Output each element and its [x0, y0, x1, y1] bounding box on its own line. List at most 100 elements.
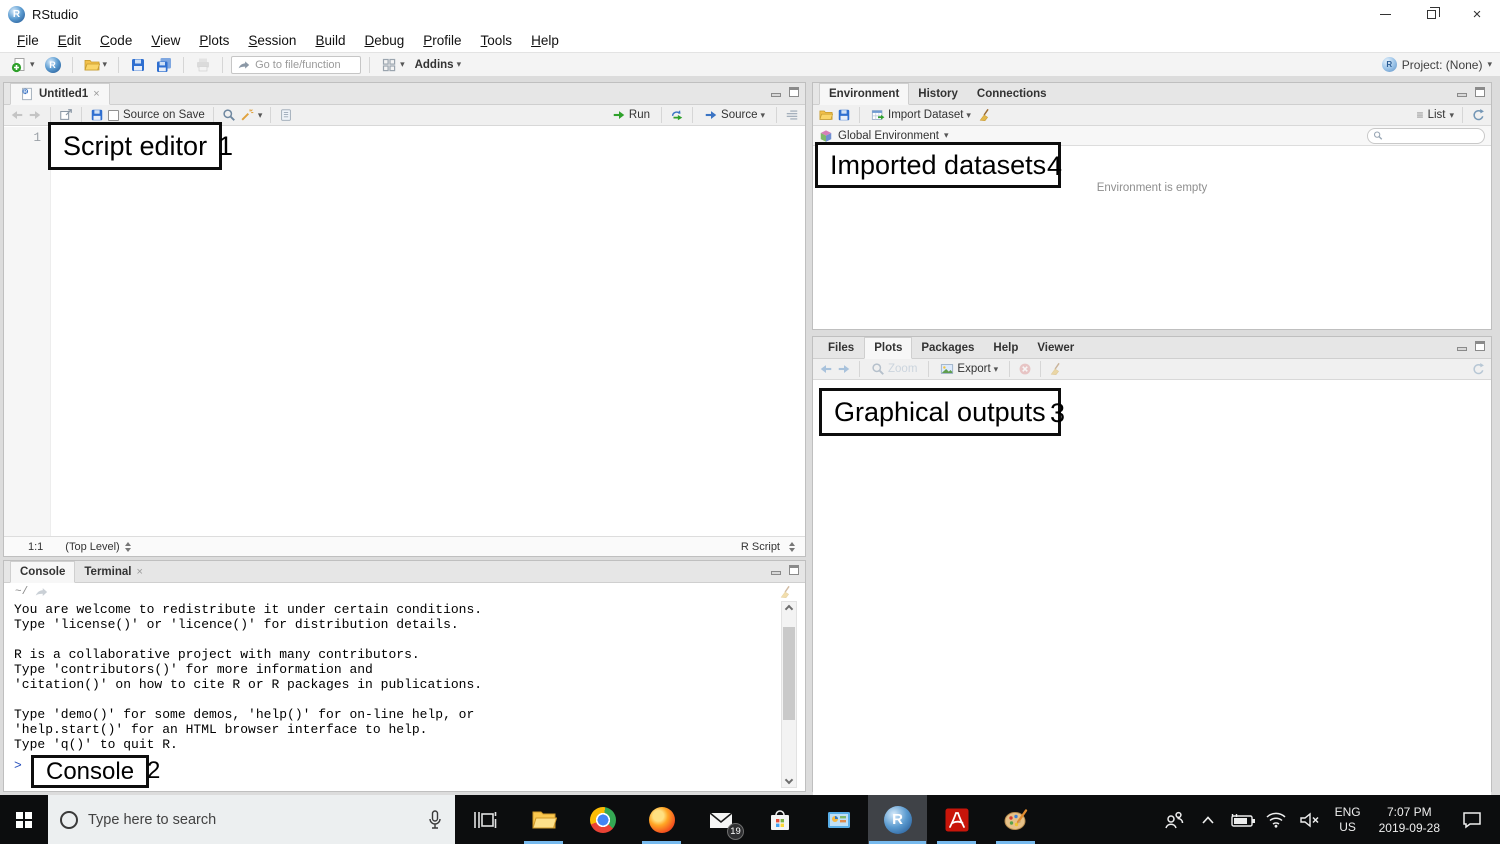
- print-button[interactable]: [192, 55, 214, 75]
- menu-help[interactable]: Help: [522, 30, 569, 51]
- import-dataset-dropdown-icon[interactable]: ▾: [966, 110, 971, 120]
- find-replace-icon[interactable]: [222, 108, 236, 122]
- document-outline-icon[interactable]: [785, 108, 799, 122]
- code-editor[interactable]: 1: [4, 127, 805, 536]
- tab-connections[interactable]: Connections: [968, 83, 1057, 104]
- code-tools-dropdown-icon[interactable]: ▾: [258, 110, 263, 120]
- menu-view[interactable]: View: [142, 30, 190, 51]
- close-button[interactable]: ×: [1454, 0, 1500, 28]
- compile-report-icon[interactable]: [279, 108, 293, 122]
- mail-button[interactable]: 19: [691, 795, 750, 844]
- minimize-button[interactable]: [1362, 0, 1408, 28]
- rstudio-taskbar-button[interactable]: R: [868, 795, 927, 844]
- people-icon[interactable]: [1159, 800, 1189, 840]
- new-file-dropdown-icon[interactable]: ▾: [30, 60, 35, 69]
- taskbar-search-input[interactable]: [88, 811, 417, 828]
- scroll-down-icon[interactable]: [782, 773, 796, 787]
- clear-console-icon[interactable]: [779, 585, 793, 599]
- source-dropdown-icon[interactable]: ▾: [760, 110, 765, 120]
- firefox-button[interactable]: [632, 795, 691, 844]
- restore-button[interactable]: [1408, 0, 1454, 28]
- save-source-icon[interactable]: [90, 108, 104, 122]
- chrome-button[interactable]: [573, 795, 632, 844]
- clear-plots-icon[interactable]: [1049, 362, 1063, 376]
- taskbar-search[interactable]: [48, 795, 455, 844]
- source-button[interactable]: Source ▾: [701, 106, 768, 124]
- refresh-environment-icon[interactable]: [1471, 108, 1485, 122]
- menu-edit[interactable]: Edit: [49, 30, 91, 51]
- acrobat-button[interactable]: [927, 795, 986, 844]
- tab-terminal[interactable]: Terminal ×: [75, 561, 153, 582]
- start-button[interactable]: [0, 795, 48, 844]
- import-dataset-button[interactable]: Import Dataset ▾: [868, 106, 974, 124]
- scope-stepper-icon[interactable]: [124, 541, 131, 552]
- back-icon[interactable]: [10, 108, 24, 122]
- new-project-button[interactable]: R: [42, 55, 64, 75]
- addins-grid-button[interactable]: ▾: [378, 55, 408, 75]
- editor-surface[interactable]: [51, 127, 805, 536]
- tab-console[interactable]: Console: [10, 561, 76, 583]
- new-file-button[interactable]: ▾: [8, 55, 38, 75]
- clear-environment-icon[interactable]: [978, 108, 992, 122]
- zoom-plot-button[interactable]: Zoom: [868, 360, 920, 378]
- minimize-pane-icon[interactable]: [1457, 92, 1467, 97]
- tab-history[interactable]: History: [909, 83, 968, 104]
- minimize-pane-icon[interactable]: [771, 570, 781, 575]
- previous-plot-icon[interactable]: [819, 362, 833, 376]
- action-center-icon[interactable]: [1452, 800, 1492, 840]
- menu-session[interactable]: Session: [239, 30, 306, 51]
- store-button[interactable]: [750, 795, 809, 844]
- system-monitor-button[interactable]: [809, 795, 868, 844]
- project-selector[interactable]: R Project: (None) ▾: [1381, 57, 1492, 72]
- menu-file[interactable]: File: [8, 30, 49, 51]
- code-tools-icon[interactable]: [240, 108, 254, 122]
- open-file-button[interactable]: ▾: [81, 55, 111, 75]
- maximize-pane-icon[interactable]: [1475, 87, 1485, 97]
- menu-profile[interactable]: Profile: [414, 30, 471, 51]
- wifi-icon[interactable]: [1261, 800, 1291, 840]
- environment-search-box[interactable]: [1367, 127, 1485, 144]
- maximize-pane-icon[interactable]: [1475, 341, 1485, 351]
- save-workspace-icon[interactable]: [837, 108, 851, 122]
- list-view-label[interactable]: List: [1428, 109, 1446, 121]
- task-view-button[interactable]: [455, 795, 514, 844]
- console-scrollbar[interactable]: [781, 601, 797, 788]
- battery-icon[interactable]: [1227, 800, 1257, 840]
- open-in-window-icon[interactable]: [59, 108, 73, 122]
- maximize-pane-icon[interactable]: [789, 565, 799, 575]
- tab-plots[interactable]: Plots: [864, 337, 913, 359]
- goto-file-input[interactable]: [255, 58, 356, 71]
- tab-environment[interactable]: Environment: [819, 83, 910, 105]
- tray-expand-chevron-icon[interactable]: [1193, 800, 1223, 840]
- tab-untitled1[interactable]: Untitled1 ×: [10, 83, 110, 105]
- list-view-dropdown-icon[interactable]: ▾: [1449, 110, 1454, 120]
- tab-packages[interactable]: Packages: [912, 337, 984, 358]
- menu-plots[interactable]: Plots: [190, 30, 239, 51]
- source-on-save-checkbox[interactable]: [108, 109, 119, 121]
- scrollbar-thumb[interactable]: [783, 627, 795, 720]
- addins-button[interactable]: Addins ▾: [412, 57, 465, 73]
- tab-terminal-close-icon[interactable]: ×: [136, 566, 142, 578]
- scroll-up-icon[interactable]: [782, 602, 796, 616]
- global-environment-dropdown-icon[interactable]: ▾: [944, 131, 949, 140]
- file-type-stepper-icon[interactable]: [789, 541, 795, 552]
- save-all-button[interactable]: [153, 55, 175, 75]
- scope-label[interactable]: (Top Level): [65, 541, 119, 553]
- minimize-pane-icon[interactable]: [771, 92, 781, 97]
- global-environment-label[interactable]: Global Environment: [838, 130, 939, 142]
- refresh-plots-icon[interactable]: [1471, 362, 1485, 376]
- console-output[interactable]: You are welcome to redistribute it under…: [4, 600, 805, 752]
- paint-button[interactable]: [986, 795, 1045, 844]
- save-button[interactable]: [127, 55, 149, 75]
- file-explorer-button[interactable]: [514, 795, 573, 844]
- tab-close-icon[interactable]: ×: [93, 88, 99, 100]
- rerun-icon[interactable]: [670, 108, 684, 122]
- remove-plot-icon[interactable]: [1018, 362, 1032, 376]
- menu-tools[interactable]: Tools: [472, 30, 523, 51]
- load-workspace-icon[interactable]: [819, 108, 833, 122]
- maximize-pane-icon[interactable]: [789, 87, 799, 97]
- export-dropdown-icon[interactable]: ▾: [994, 364, 999, 374]
- file-type-label[interactable]: R Script: [741, 541, 780, 553]
- volume-muted-icon[interactable]: [1295, 800, 1325, 840]
- microphone-icon[interactable]: [427, 809, 443, 830]
